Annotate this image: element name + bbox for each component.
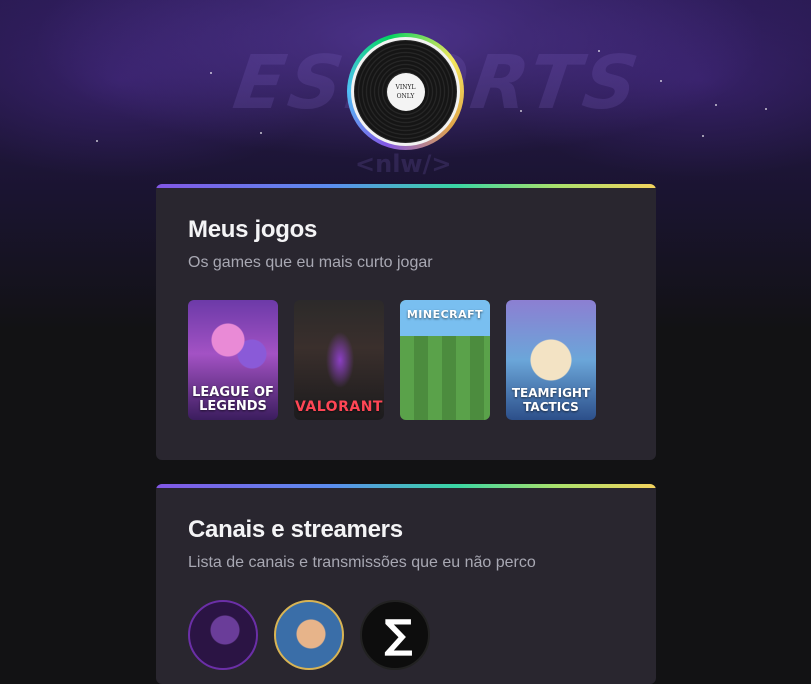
channel-logo-3[interactable]: ∑ — [360, 600, 430, 670]
star-decoration — [260, 132, 262, 134]
game-minecraft[interactable]: MINECRAFT — [400, 300, 490, 420]
star-decoration — [660, 80, 662, 82]
star-decoration — [702, 135, 704, 137]
star-decoration — [715, 104, 717, 106]
game-league-of-legends[interactable]: LEAGUE OF LEGENDS — [188, 300, 278, 420]
games-title: Meus jogos — [188, 216, 318, 243]
game-logo-text: VALORANT — [295, 399, 383, 415]
game-valorant[interactable]: VALORANT — [294, 300, 384, 420]
star-decoration — [765, 108, 767, 110]
channel-logo-icon: ∑ — [384, 612, 413, 658]
vinyl-label: VINYL ONLY — [386, 72, 425, 111]
games-list: LEAGUE OF LEGENDS VALORANT MINECRAFT TEA… — [188, 300, 596, 420]
star-decoration — [210, 72, 212, 74]
game-logo-text: TEAMFIGHT TACTICS — [511, 386, 591, 414]
card-accent-bar — [156, 484, 656, 488]
streamer-avatar-2[interactable] — [274, 600, 344, 670]
streamer-avatar-1[interactable] — [188, 600, 258, 670]
games-subtitle: Os games que eu mais curto jogar — [188, 254, 433, 271]
game-logo-text: MINECRAFT — [406, 308, 484, 321]
card-accent-bar — [156, 184, 656, 188]
star-decoration — [96, 140, 98, 142]
game-logo-text: LEAGUE OF LEGENDS — [192, 385, 274, 414]
games-card: Meus jogos Os games que eu mais curto jo… — [156, 184, 656, 460]
vinyl-record-icon: VINYL ONLY — [354, 40, 457, 143]
star-decoration — [598, 50, 600, 52]
streamers-title: Canais e streamers — [188, 516, 403, 543]
streamers-list: ∑ — [188, 600, 430, 670]
streamers-subtitle: Lista de canais e transmissões que eu nã… — [188, 554, 536, 571]
profile-avatar[interactable]: VINYL ONLY — [347, 33, 464, 150]
star-decoration — [520, 110, 522, 112]
hero-watermark-sub: <nlw/> — [355, 150, 452, 178]
game-teamfight-tactics[interactable]: TEAMFIGHT TACTICS — [506, 300, 596, 420]
streamers-card: Canais e streamers Lista de canais e tra… — [156, 484, 656, 684]
